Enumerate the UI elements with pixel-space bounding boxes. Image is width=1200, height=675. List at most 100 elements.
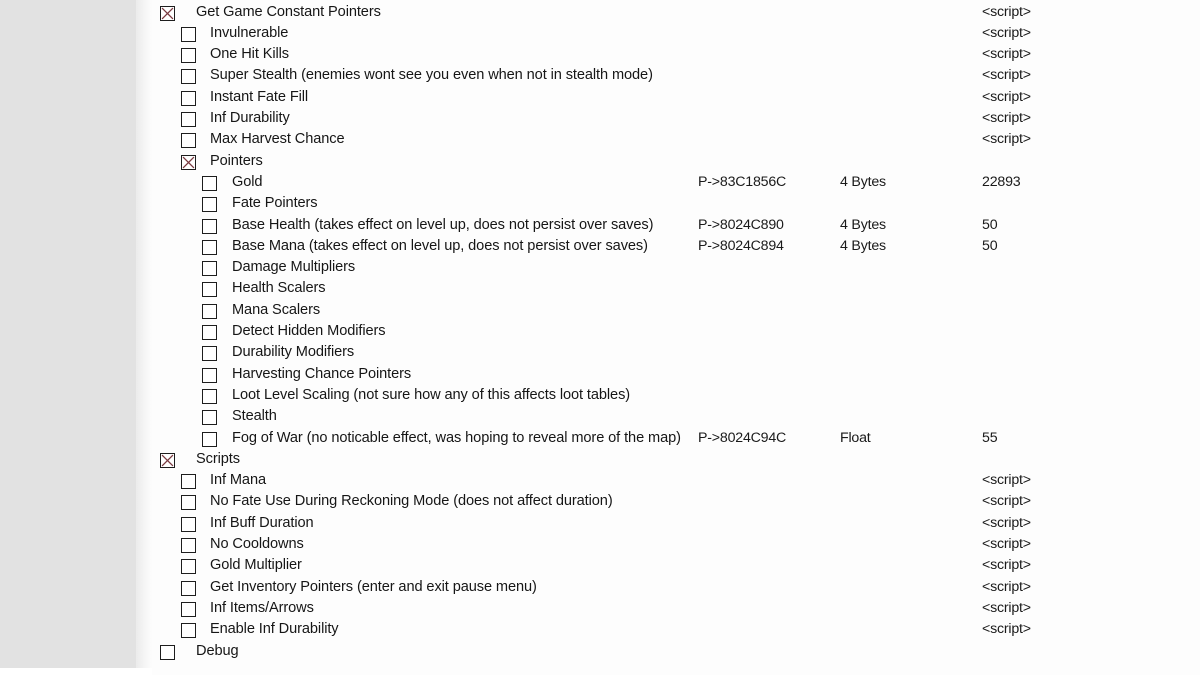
table-row[interactable]: Base Health (takes effect on level up, d…	[152, 216, 1200, 237]
row-script-marker: <script>	[982, 67, 1031, 84]
row-description: Scripts	[196, 450, 240, 467]
checkbox-unchecked[interactable]	[202, 282, 217, 298]
row-script-marker: <script>	[982, 621, 1031, 638]
checkbox-unchecked[interactable]	[181, 516, 196, 532]
table-row[interactable]: No Cooldowns <script>	[152, 535, 1200, 556]
table-row[interactable]: Gold Multiplier <script>	[152, 556, 1200, 577]
table-row[interactable]: Super Stealth (enemies wont see you even…	[152, 66, 1200, 87]
checkbox-unchecked[interactable]	[202, 303, 217, 319]
checkbox-checked[interactable]	[181, 154, 196, 170]
checkbox-unchecked[interactable]	[202, 367, 217, 383]
row-type: 4 Bytes	[840, 173, 886, 190]
table-row[interactable]: No Fate Use During Reckoning Mode (does …	[152, 492, 1200, 513]
row-value: 50	[982, 237, 998, 254]
table-row[interactable]: Get Game Constant Pointers <script>	[152, 3, 1200, 24]
checkbox-unchecked[interactable]	[160, 644, 175, 660]
checkbox-unchecked[interactable]	[202, 218, 217, 234]
table-row[interactable]: Fog of War (no noticable effect, was hop…	[152, 429, 1200, 450]
table-row[interactable]: Mana Scalers	[152, 301, 1200, 322]
row-description: Damage Multipliers	[232, 259, 356, 276]
table-row[interactable]: Harvesting Chance Pointers	[152, 365, 1200, 386]
row-description: Loot Level Scaling (not sure how any of …	[232, 386, 631, 403]
check-x-icon	[161, 7, 174, 19]
checkbox-unchecked[interactable]	[181, 48, 196, 64]
row-description: One Hit Kills	[210, 46, 289, 63]
checkbox-unchecked[interactable]	[202, 197, 217, 213]
table-row[interactable]: Get Inventory Pointers (enter and exit p…	[152, 578, 1200, 599]
table-row[interactable]: Instant Fate Fill <script>	[152, 88, 1200, 109]
table-row[interactable]: Scripts	[152, 450, 1200, 471]
row-description: Base Mana (takes effect on level up, doe…	[232, 237, 648, 254]
checkbox-unchecked[interactable]	[181, 474, 196, 490]
table-row[interactable]: Stealth	[152, 407, 1200, 428]
table-row[interactable]: Enable Inf Durability <script>	[152, 620, 1200, 641]
row-value: 22893	[982, 173, 1021, 190]
row-description: Invulnerable	[210, 24, 289, 41]
row-script-marker: <script>	[982, 472, 1031, 489]
checkbox-unchecked[interactable]	[181, 90, 196, 106]
checkbox-unchecked[interactable]	[181, 495, 196, 511]
row-description: Inf Durability	[210, 110, 290, 126]
table-row[interactable]: Base Mana (takes effect on level up, doe…	[152, 237, 1200, 258]
row-script-marker: <script>	[982, 536, 1031, 552]
check-x-icon	[182, 156, 195, 169]
row-type: 4 Bytes	[840, 237, 886, 254]
table-row[interactable]: Damage Multipliers	[152, 258, 1200, 279]
checkbox-unchecked[interactable]	[202, 239, 217, 255]
table-row[interactable]: Health Scalers	[152, 279, 1200, 300]
row-script-marker: <script>	[982, 557, 1031, 574]
checkbox-unchecked[interactable]	[202, 431, 217, 447]
checkbox-unchecked[interactable]	[181, 559, 196, 575]
row-description: Instant Fate Fill	[210, 88, 309, 105]
table-row[interactable]: Fate Pointers	[152, 194, 1200, 215]
table-row[interactable]: Inf Mana <script>	[152, 471, 1200, 492]
checkbox-unchecked[interactable]	[202, 261, 217, 277]
checkbox-unchecked[interactable]	[181, 112, 196, 127]
row-value: 55	[982, 429, 998, 446]
checkbox-unchecked[interactable]	[202, 346, 217, 362]
row-description: Inf Buff Duration	[210, 514, 314, 531]
row-description: Detect Hidden Modifiers	[232, 323, 386, 339]
table-row[interactable]: Inf Items/Arrows <script>	[152, 599, 1200, 620]
row-script-marker: <script>	[982, 514, 1031, 531]
checkbox-unchecked[interactable]	[181, 623, 196, 639]
checkbox-unchecked[interactable]	[181, 538, 196, 553]
checkbox-checked[interactable]	[160, 452, 175, 468]
checkbox-unchecked[interactable]	[181, 580, 196, 596]
row-description: Pointers	[210, 152, 263, 169]
checkbox-unchecked[interactable]	[202, 175, 217, 191]
row-address: P->8024C94C	[698, 429, 787, 446]
checkbox-checked[interactable]	[160, 5, 175, 21]
table-row[interactable]: Inf Durability <script>	[152, 109, 1200, 130]
checkbox-unchecked[interactable]	[202, 325, 217, 340]
table-row[interactable]: One Hit Kills <script>	[152, 45, 1200, 66]
row-description: Gold	[232, 173, 263, 190]
row-description: Super Stealth (enemies wont see you even…	[210, 67, 653, 84]
row-description: No Cooldowns	[210, 536, 304, 552]
table-row[interactable]: Max Harvest Chance <script>	[152, 130, 1200, 151]
row-value: 50	[982, 216, 998, 233]
table-row[interactable]: Durability Modifiers	[152, 343, 1200, 364]
checkbox-unchecked[interactable]	[181, 26, 196, 42]
checkbox-unchecked[interactable]	[181, 601, 196, 617]
table-row[interactable]: Debug	[152, 642, 1200, 663]
row-description: Gold Multiplier	[210, 557, 302, 574]
row-type: Float	[840, 429, 871, 446]
cheat-table-tree[interactable]: Get Game Constant Pointers <script> Invuln…	[152, 0, 1200, 675]
row-description: Max Harvest Chance	[210, 131, 345, 148]
row-description: Enable Inf Durability	[210, 621, 339, 638]
checkbox-unchecked[interactable]	[202, 388, 217, 404]
table-row[interactable]: Loot Level Scaling (not sure how any of …	[152, 386, 1200, 407]
checkbox-unchecked[interactable]	[181, 69, 196, 85]
table-row[interactable]: Gold P->83C1856C 4 Bytes 22893	[152, 173, 1200, 194]
row-script-marker: <script>	[982, 578, 1031, 595]
checkbox-unchecked[interactable]	[202, 410, 217, 426]
table-row[interactable]: Pointers	[152, 152, 1200, 173]
checkbox-unchecked[interactable]	[181, 133, 196, 149]
table-row[interactable]: Inf Buff Duration <script>	[152, 514, 1200, 535]
table-row[interactable]: Detect Hidden Modifiers	[152, 322, 1200, 343]
check-x-icon	[161, 454, 174, 467]
row-description: Durability Modifiers	[232, 344, 355, 361]
table-row[interactable]: Invulnerable <script>	[152, 24, 1200, 45]
row-description: Inf Items/Arrows	[210, 599, 314, 616]
